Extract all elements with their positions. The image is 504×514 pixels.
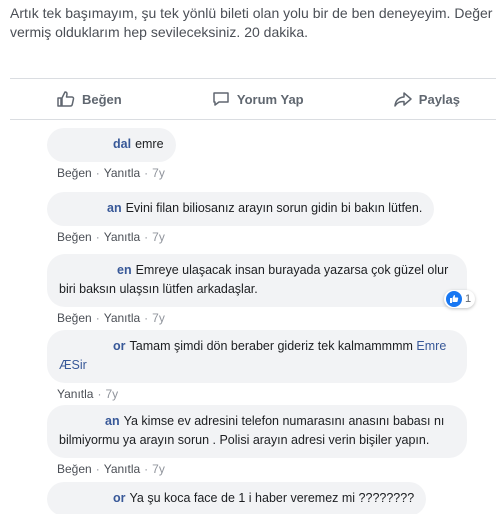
comment-meta: Beğen · Yanıtla · 7y [47,166,176,180]
comment-button-label: Yorum Yap [236,91,304,107]
comment-meta: Yanıtla · 7y [47,387,467,401]
comment-author[interactable]: an [105,414,120,428]
comment-text: emre [135,137,164,151]
post-action-bar: Beğen Yorum Yap Paylaş [10,78,496,120]
share-button-label: Paylaş [418,91,460,107]
like-reaction-icon [446,291,462,307]
meta-separator: · [144,166,149,180]
like-button[interactable]: Beğen [56,89,122,109]
meta-separator: · [95,230,100,244]
comment-author[interactable]: en [117,263,132,277]
like-button-label: Beğen [82,91,122,107]
comment-item: an Evini filan biliosanız arayın sorun gi… [47,192,435,244]
comment-like-link[interactable]: Beğen [57,230,92,244]
comment-button[interactable]: Yorum Yap [211,89,304,109]
meta-separator: · [144,311,149,325]
comment-author[interactable]: dal [113,137,131,151]
comment-item: dal emre Beğen · Yanıtla · 7y [47,128,176,180]
comment-timestamp[interactable]: 7y [152,462,165,476]
comment-timestamp[interactable]: 7y [152,230,165,244]
comment-bubble: an Evini filan biliosanız arayın sorun gi… [47,192,435,226]
comment-like-link[interactable]: Beğen [57,166,92,180]
comment-bubble: an Ya kimse ev adresini telefon numarasın… [47,405,467,458]
reaction-count: 1 [465,293,472,305]
comment-timestamp[interactable]: 7y [152,166,165,180]
comment-bubble: dal emre [47,128,176,162]
meta-separator: · [97,387,102,401]
comment-item: an Ya kimse ev adresini telefon numarasın… [47,405,467,476]
comment-bubble: or Tamam şimdi dön beraber gideriz tek ka… [47,330,467,383]
comment-text: Ya şu koca face de 1 i haber veremez mi … [129,491,415,505]
comment-reply-link[interactable]: Yanıtla [104,166,140,180]
comment-author[interactable]: an [107,201,122,215]
comment-text: Evini filan biliosanız arayın sorun gidi… [125,201,423,215]
comment-meta: Beğen · Yanıtla · 7y [47,462,467,476]
thumbs-up-icon [57,91,75,107]
meta-separator: · [144,462,149,476]
comment-author[interactable]: or [113,339,126,353]
meta-separator: · [95,311,100,325]
comment-reply-link[interactable]: Yanıtla [104,230,140,244]
comment-item: or Ya şu koca face de 1 i haber veremez m… [47,482,427,514]
comment-timestamp[interactable]: 7y [152,311,165,325]
comment-like-link[interactable]: Beğen [57,462,92,476]
post-text: Artık tek başımayım, şu tek yönlü bileti… [10,5,493,40]
comment-reply-link[interactable]: Yanıtla [104,311,140,325]
comment-bubble: en Emreye ulaşacak insan burayada yazarsa… [47,254,467,307]
comment-like-link[interactable]: Beğen [57,311,92,325]
comment-item: en Emreye ulaşacak insan burayada yazarsa… [47,254,467,325]
share-arrow-icon [394,92,412,107]
comment-author[interactable]: or [113,491,126,505]
comment-meta: Beğen · Yanıtla · 7y [47,230,434,244]
reaction-badge[interactable]: 1 [444,290,476,308]
comment-reply-link[interactable]: Yanıtla [57,387,93,401]
comment-timestamp[interactable]: 7y [105,387,118,401]
comment-text: Tamam şimdi dön beraber gideriz tek kalm… [129,339,413,353]
comment-bubble: or Ya şu koca face de 1 i haber veremez m… [47,482,427,514]
meta-separator: · [144,230,149,244]
comment-meta: Beğen · Yanıtla · 7y [47,311,467,325]
share-button[interactable]: Paylaş [393,89,460,109]
comment-item: or Tamam şimdi dön beraber gideriz tek ka… [47,330,467,401]
comment-icon [213,92,229,106]
comment-reply-link[interactable]: Yanıtla [104,462,140,476]
meta-separator: · [95,462,100,476]
meta-separator: · [95,166,100,180]
